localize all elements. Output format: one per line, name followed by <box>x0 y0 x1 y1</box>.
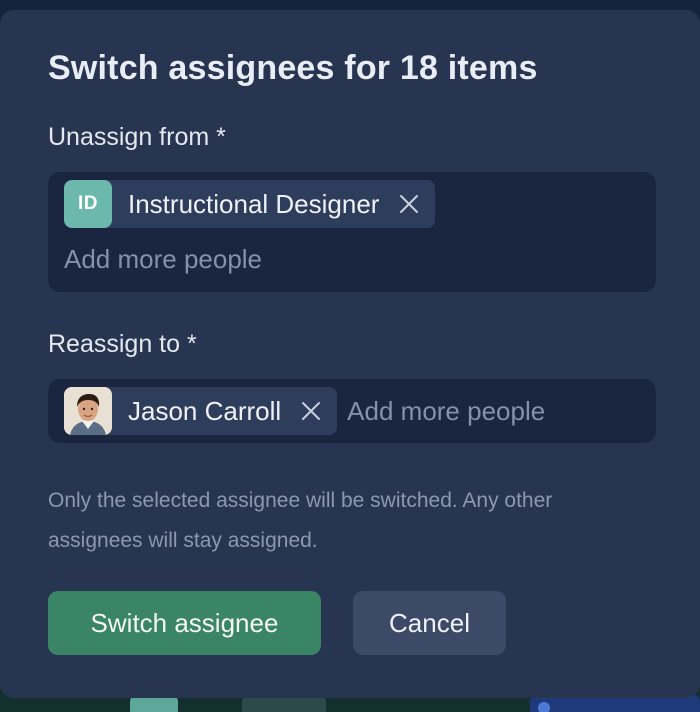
avatar <box>64 387 112 435</box>
unassign-from-field[interactable]: ID Instructional Designer Add more peopl… <box>48 172 656 292</box>
user-photo-icon <box>64 387 112 435</box>
reassign-to-label: Reassign to * <box>48 330 197 358</box>
add-more-people-input[interactable]: Add more people <box>347 396 545 426</box>
assignee-chip-instructional-designer: ID Instructional Designer <box>64 180 436 228</box>
dialog-actions: Switch assignee Cancel <box>48 591 656 655</box>
close-icon[interactable] <box>299 399 323 423</box>
switch-assignees-dialog: Switch assignees for 18 items Unassign f… <box>0 10 700 698</box>
chip-label: Jason Carroll <box>128 395 282 426</box>
dialog-title: Switch assignees for 18 items <box>48 49 538 87</box>
unassign-from-label: Unassign from * <box>48 123 226 151</box>
close-icon[interactable] <box>397 192 421 216</box>
cancel-button[interactable]: Cancel <box>353 591 506 655</box>
switch-assignee-button[interactable]: Switch assignee <box>48 591 321 655</box>
assignee-chip-jason-carroll: Jason Carroll <box>64 387 338 435</box>
avatar: ID <box>64 180 112 228</box>
chip-label: Instructional Designer <box>128 188 380 219</box>
reassign-to-field[interactable]: Jason Carroll Add more people <box>48 379 656 443</box>
helper-text: Only the selected assignee will be switc… <box>48 489 553 552</box>
add-more-people-input[interactable]: Add more people <box>64 244 640 274</box>
